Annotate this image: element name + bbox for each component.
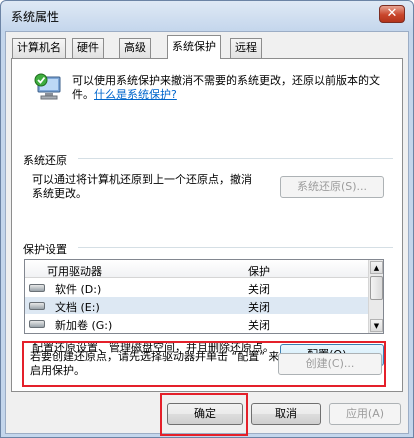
drive-icon [29,302,45,310]
tab-hardware[interactable]: 硬件 [72,38,104,58]
scroll-down-arrow-icon[interactable]: ▼ [370,319,383,332]
create-restore-point-description: 若要创建还原点，请先选择驱动器并单击 “配置” 来启用保护。 [30,350,280,377]
tab-advanced[interactable]: 高级 [119,38,151,58]
cancel-button[interactable]: 取消 [251,403,321,425]
ok-button[interactable]: 确定 [167,403,243,425]
apply-button[interactable]: 应用(A) [329,403,401,425]
drive-row[interactable]: 文档 (E:) 关闭 [25,297,369,314]
system-restore-description: 可以通过将计算机还原到上一个还原点，撤消系统更改。 [32,173,252,200]
close-icon: ✕ [386,6,398,21]
drive-icon [29,320,45,328]
group-divider [78,247,393,248]
protection-settings-group-title: 保护设置 [23,243,67,256]
drive-protection-status: 关闭 [248,283,270,296]
drive-name: 软件 (D:) [55,283,102,296]
drive-protection-status: 关闭 [248,319,270,332]
drive-list-scrollbar[interactable]: ▲ ▼ [368,260,383,333]
system-protection-icon [32,71,64,103]
scroll-thumb[interactable] [370,276,383,300]
drive-list[interactable]: 可用驱动器 保护 软件 (D:) 关闭 文档 (E:) 关闭 新加卷 (G:) … [24,259,384,334]
dialog-client-area: 计算机名 硬件 高级 系统保护 远程 可以使用系统保护来撤消不需要的系统更改，还… [5,31,409,434]
drive-row[interactable]: 新加卷 (G:) 关闭 [25,315,369,332]
drive-protection-status: 关闭 [248,301,270,314]
drive-name: 新加卷 (G:) [55,319,113,332]
drive-name: 文档 (E:) [55,301,100,314]
system-protection-panel: 可以使用系统保护来撤消不需要的系统更改，还原以前版本的文件。什么是系统保护? 系… [11,58,403,392]
column-header-protection[interactable]: 保护 [248,263,270,279]
group-divider [78,158,393,159]
close-button[interactable]: ✕ [379,5,405,23]
title-bar[interactable]: 系统属性 ✕ [1,1,413,31]
tab-system-protection[interactable]: 系统保护 [167,35,221,59]
drive-list-header: 可用驱动器 保护 [25,260,369,278]
system-restore-group-title: 系统还原 [23,154,67,167]
system-restore-button[interactable]: 系统还原(S)... [280,176,384,198]
what-is-system-protection-link[interactable]: 什么是系统保护? [94,88,177,101]
intro-text: 可以使用系统保护来撤消不需要的系统更改，还原以前版本的文件。什么是系统保护? [72,74,392,102]
drive-row[interactable]: 软件 (D:) 关闭 [25,279,369,296]
tab-remote[interactable]: 远程 [230,38,262,58]
tab-computer-name[interactable]: 计算机名 [12,38,66,58]
system-properties-window: 系统属性 ✕ 计算机名 硬件 高级 系统保护 远程 可以使用系统保护来撤消不需要… [0,0,414,438]
scroll-up-arrow-icon[interactable]: ▲ [370,261,383,274]
create-button[interactable]: 创建(C)... [278,353,382,375]
drive-icon [29,284,45,292]
column-header-drive[interactable]: 可用驱动器 [47,263,102,279]
window-title: 系统属性 [11,10,60,24]
